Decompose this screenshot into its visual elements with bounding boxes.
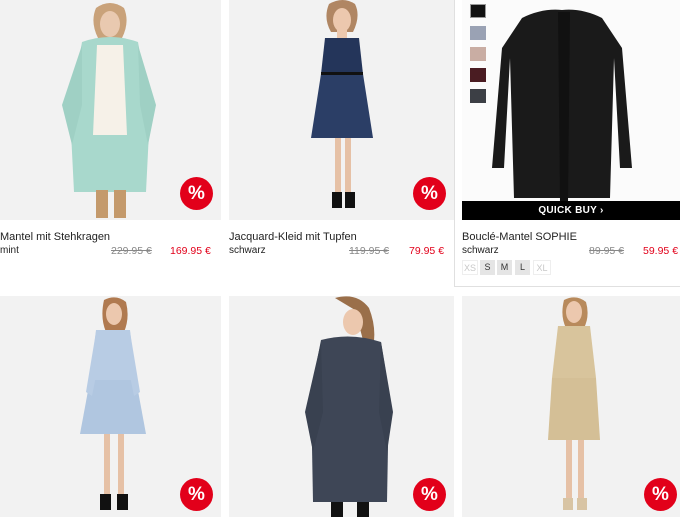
sale-badge[interactable]: % [644, 478, 677, 511]
sale-badge[interactable]: % [180, 177, 213, 210]
product-name[interactable]: Bouclé-Mantel SOPHIE [462, 231, 577, 243]
color-swatch-black[interactable] [470, 4, 486, 18]
old-price: 89.95 € [589, 245, 625, 257]
quick-buy-button[interactable]: QUICK BUY › [462, 201, 680, 220]
product-color: mint [0, 245, 19, 256]
product-name[interactable]: Jacquard-Kleid mit Tupfen [229, 231, 357, 243]
size-option-m[interactable]: M [497, 260, 512, 275]
old-price: 119.95 € [349, 245, 390, 257]
size-option-xl[interactable]: XL [533, 260, 551, 275]
sale-price: 169.95 € [170, 245, 211, 257]
size-option-l[interactable]: L [515, 260, 530, 275]
sale-badge[interactable]: % [413, 478, 446, 511]
size-option-xs[interactable]: XS [462, 260, 478, 275]
color-swatch-rose[interactable] [470, 47, 486, 61]
sale-price: 59.95 € [643, 245, 679, 257]
sale-badge[interactable]: % [180, 478, 213, 511]
product-color: schwarz [229, 245, 266, 256]
old-price: 229.95 € [111, 245, 152, 257]
sale-price: 79.95 € [409, 245, 445, 257]
size-option-s[interactable]: S [480, 260, 495, 275]
boucle-coat-model-image [462, 0, 680, 220]
product-color: schwarz [462, 245, 499, 256]
color-swatch-bordeaux[interactable] [470, 68, 486, 82]
color-swatch-grey-blue[interactable] [470, 26, 486, 40]
product-image[interactable] [462, 0, 680, 220]
sale-badge[interactable]: % [413, 177, 446, 210]
color-swatch-anthracite[interactable] [470, 89, 486, 103]
product-name[interactable]: Mantel mit Stehkragen [0, 231, 110, 243]
